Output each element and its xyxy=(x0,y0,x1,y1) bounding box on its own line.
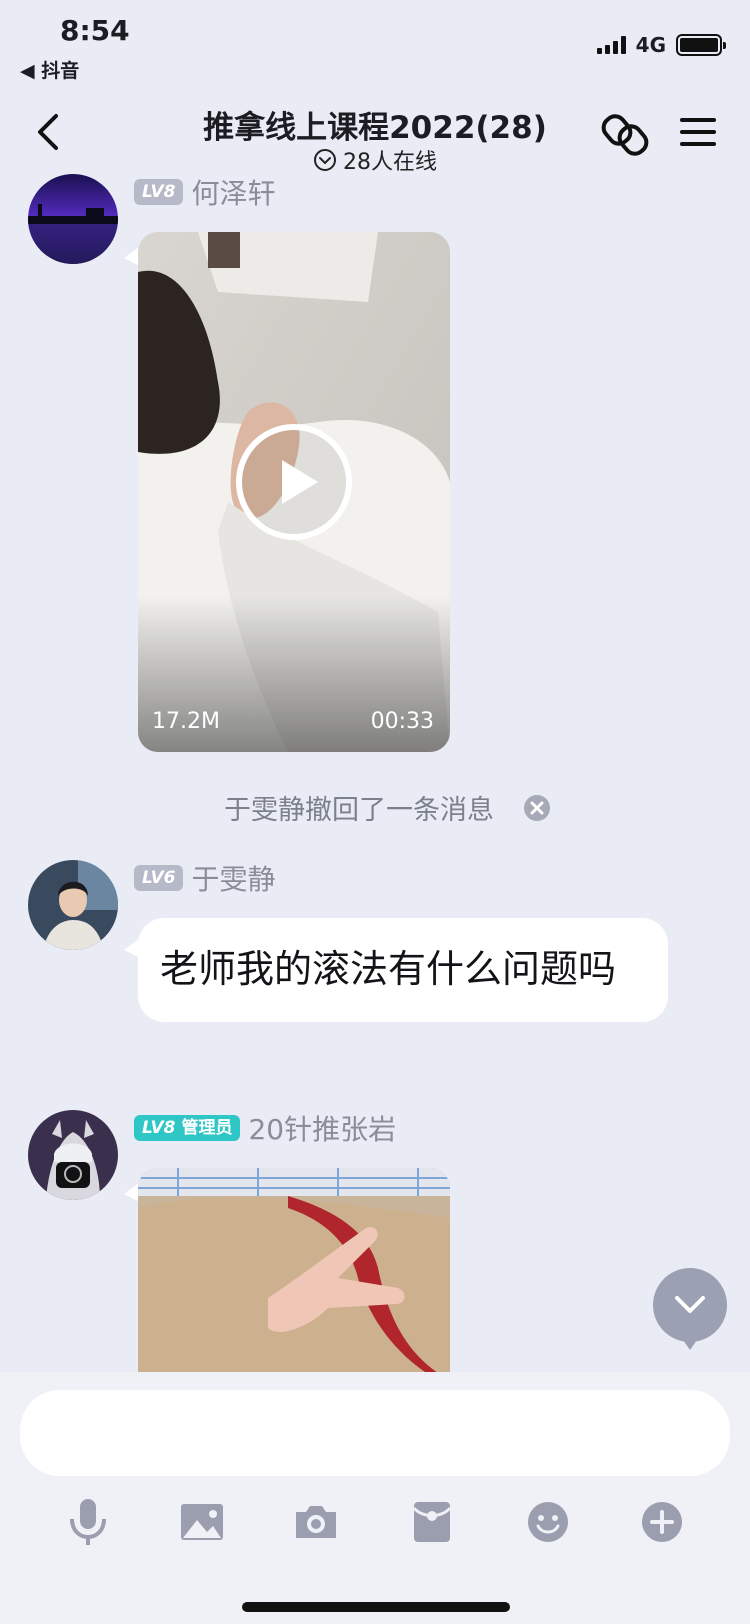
battery-icon xyxy=(676,34,726,56)
plus-icon[interactable] xyxy=(634,1494,690,1550)
home-indicator xyxy=(242,1602,510,1612)
level-badge-text: LV8 xyxy=(142,1118,176,1138)
avatar[interactable] xyxy=(28,174,118,264)
play-icon[interactable] xyxy=(234,422,354,542)
admin-level-badge: LV8 管理员 xyxy=(134,1115,241,1141)
status-indicators: 4G xyxy=(596,33,726,57)
video-size: 17.2M xyxy=(152,709,220,734)
recall-notice-text: 于雯静撤回了一条消息 xyxy=(224,795,494,826)
microphone-icon[interactable] xyxy=(60,1494,116,1550)
camera-icon[interactable] xyxy=(288,1494,344,1550)
status-time: 8:54 xyxy=(60,14,130,47)
back-to-app-link[interactable]: ◀ 抖音 xyxy=(20,56,79,83)
sender-meta: LV8 何泽轩 xyxy=(134,174,276,210)
online-count-label: 28人在线 xyxy=(343,150,437,175)
video-message[interactable] xyxy=(138,1168,450,1380)
emoji-icon[interactable] xyxy=(520,1494,576,1550)
network-type: 4G xyxy=(635,33,666,57)
sender-meta: LV8 管理员 20针推张岩 xyxy=(134,1110,396,1146)
sender-meta: LV6 于雯静 xyxy=(134,860,276,896)
signal-icon xyxy=(596,36,626,54)
video-thumbnail xyxy=(138,1168,450,1380)
chat-header: 推拿线上课程2022(28) 28人在线 xyxy=(0,90,750,180)
level-badge: LV8 xyxy=(134,179,184,205)
video-message[interactable]: 17.2M 00:33 xyxy=(138,232,450,752)
avatar[interactable] xyxy=(28,860,118,950)
text-message[interactable]: 老师我的滚法有什么问题吗 xyxy=(138,918,668,1022)
sender-name[interactable]: 于雯静 xyxy=(191,858,275,898)
recall-notice: 于雯静撤回了一条消息 xyxy=(0,788,750,827)
image-icon[interactable] xyxy=(174,1494,230,1550)
composer xyxy=(0,1372,750,1624)
avatar[interactable] xyxy=(28,1110,118,1200)
sender-name[interactable]: 何泽轩 xyxy=(191,172,275,212)
chevron-circle-icon xyxy=(314,149,336,171)
role-badge-text: 管理员 xyxy=(181,1118,233,1138)
level-badge: LV6 xyxy=(134,865,184,891)
video-duration: 00:33 xyxy=(370,709,434,734)
sender-name[interactable]: 20针推张岩 xyxy=(248,1108,396,1148)
red-packet-icon[interactable] xyxy=(404,1494,460,1550)
chevron-down-icon xyxy=(675,1296,705,1313)
close-icon[interactable] xyxy=(524,794,550,821)
link-icon[interactable] xyxy=(600,112,650,158)
scroll-down-button[interactable] xyxy=(653,1268,727,1350)
message-input[interactable] xyxy=(20,1390,730,1476)
menu-icon[interactable] xyxy=(676,112,720,152)
status-bar: 8:54 ◀ 抖音 4G xyxy=(0,0,750,90)
composer-toolbar xyxy=(0,1494,750,1574)
